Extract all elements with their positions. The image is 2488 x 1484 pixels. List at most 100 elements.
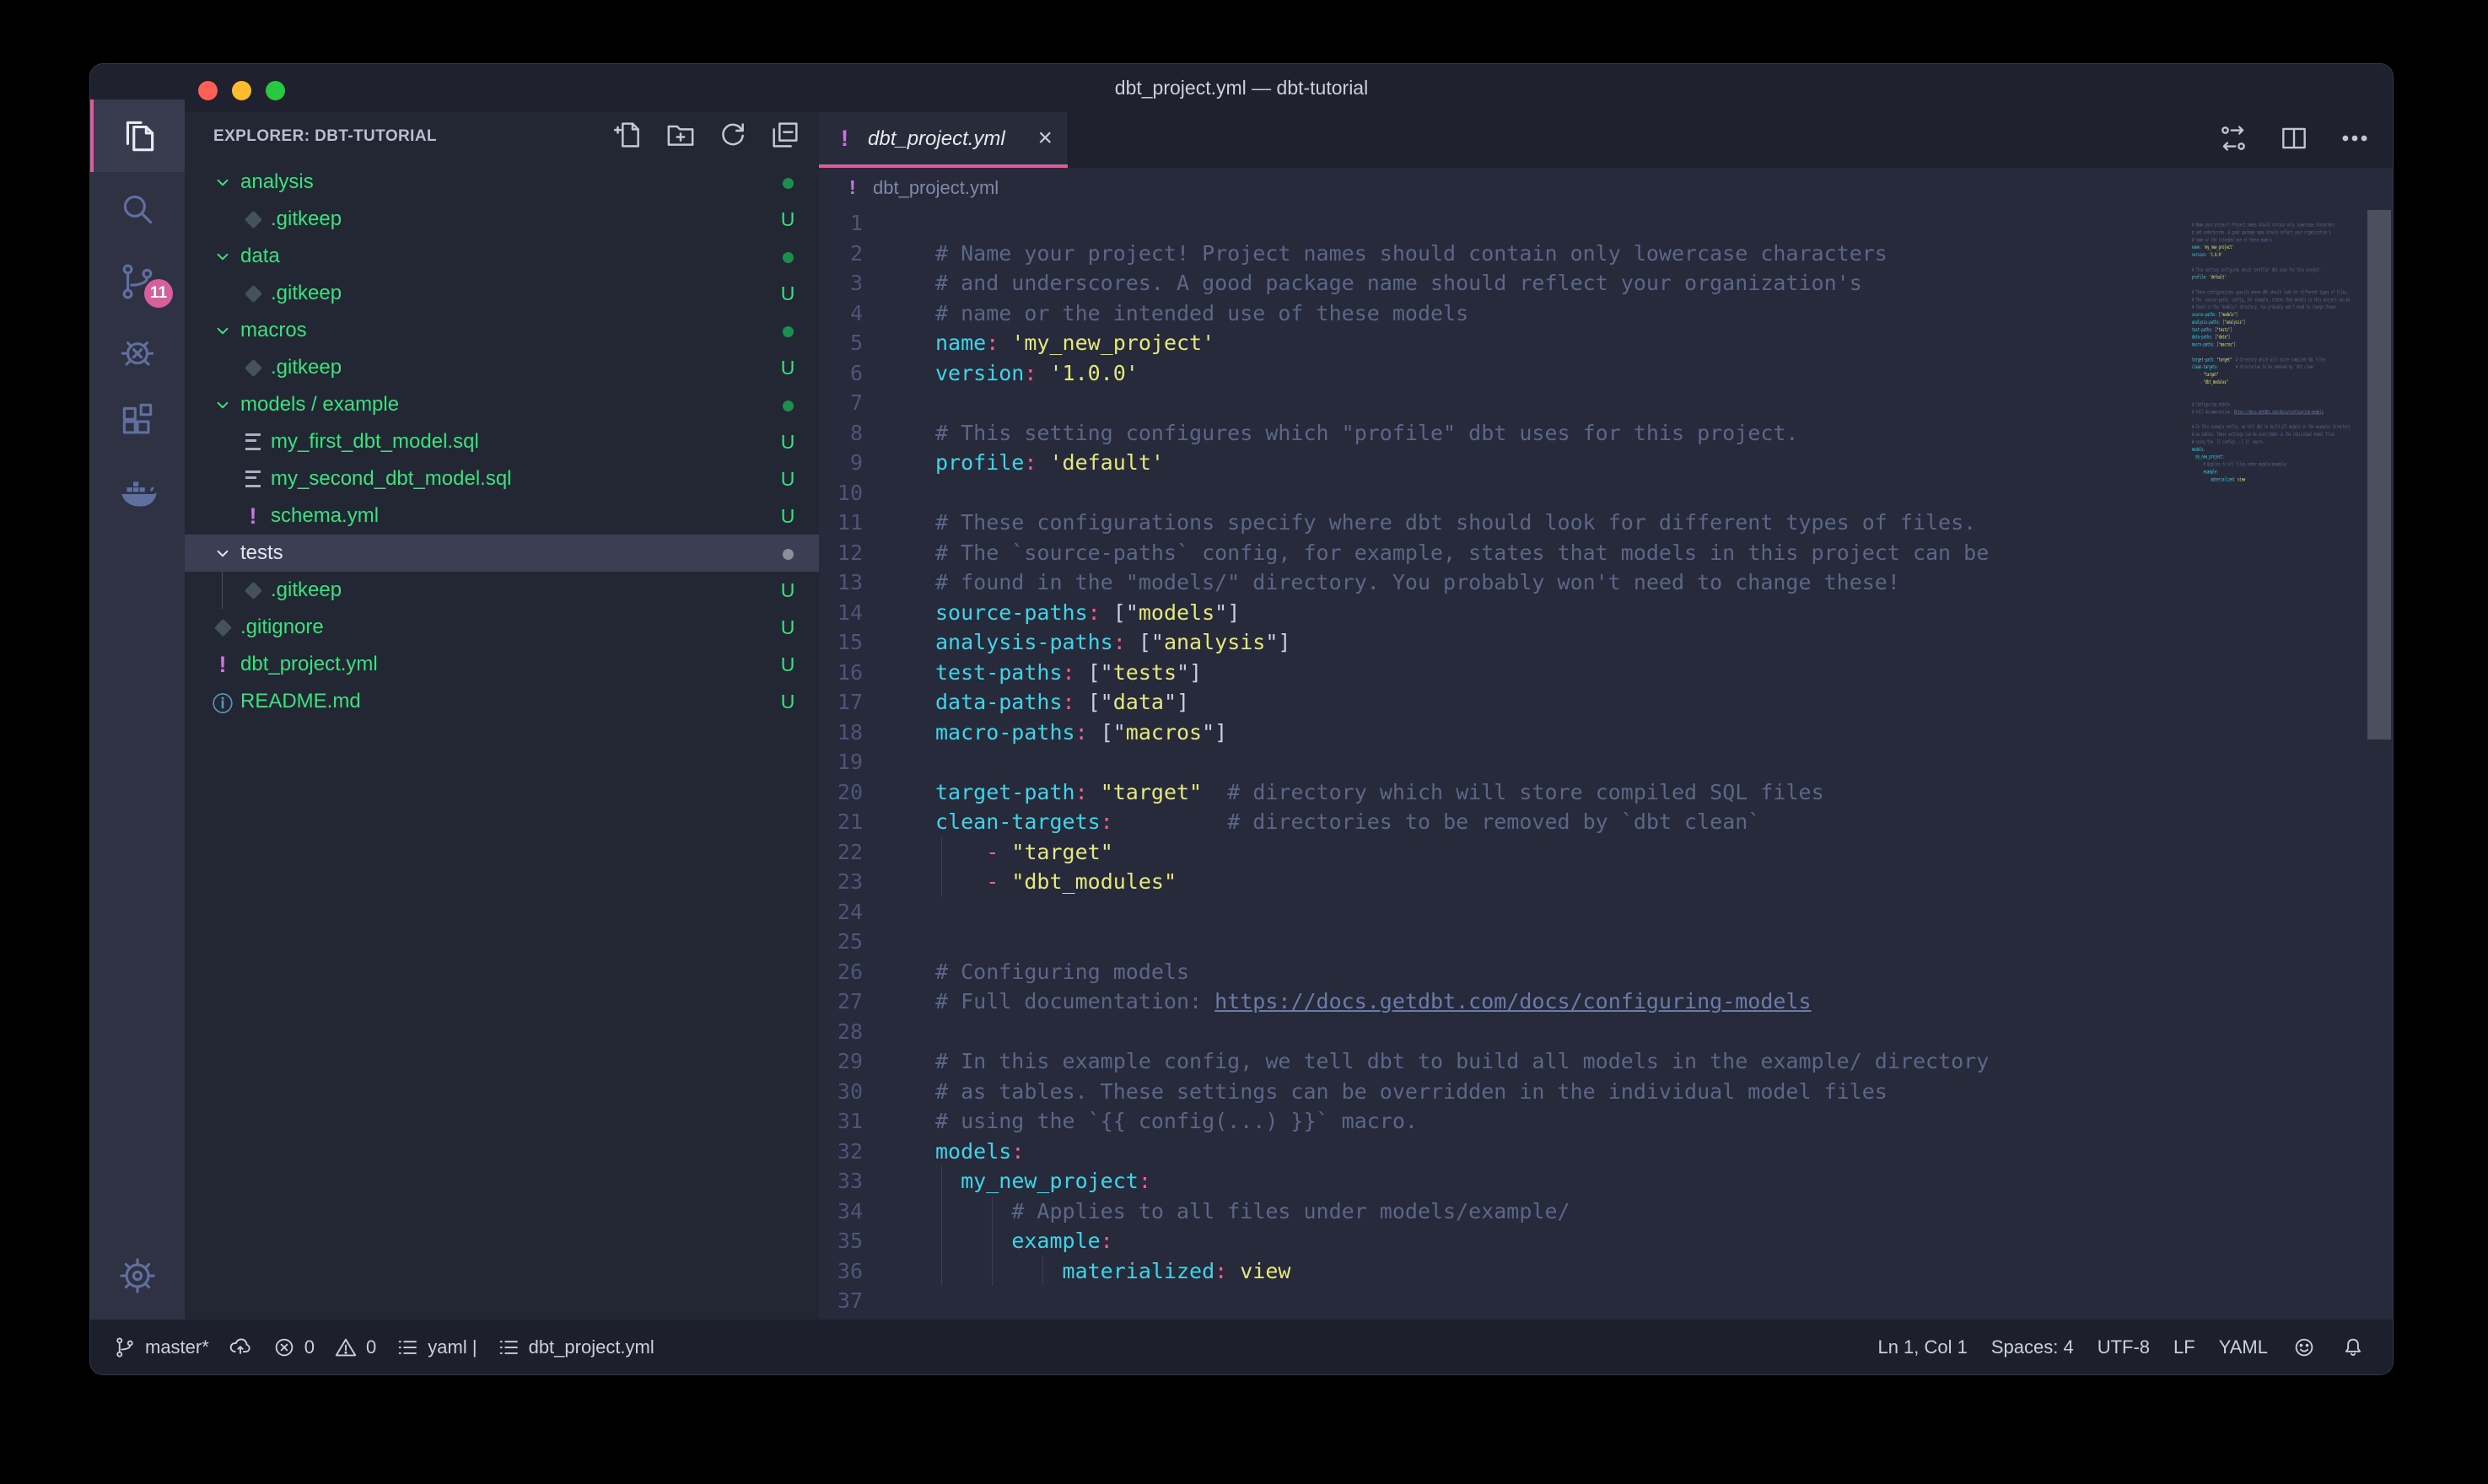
status-eol[interactable]: LF [2173, 1336, 2195, 1358]
tree-item-my-second-dbt-model-sql[interactable]: my_second_dbt_model.sqlU [185, 460, 819, 497]
activity-docker-icon[interactable] [90, 458, 185, 530]
code-line-11[interactable]: 11# These configurations specify where d… [819, 508, 1989, 538]
tree-item--gitkeep[interactable]: .gitkeepU [185, 201, 819, 238]
code-line-23[interactable]: 23 - "dbt_modules" [819, 867, 1989, 897]
status-indentation[interactable]: Spaces: 4 [1991, 1336, 2074, 1358]
code-line-22[interactable]: 22 - "target" [819, 837, 1989, 868]
code-line-6[interactable]: 6version: '1.0.0' [819, 358, 1989, 389]
tree-item-readme-md[interactable]: ⓘREADME.mdU [185, 683, 819, 720]
activity-debug-icon[interactable] [90, 315, 185, 387]
line-number: 11 [819, 508, 863, 538]
line-number: 8 [819, 418, 863, 449]
code-line-26[interactable]: 26# Configuring models [819, 957, 1989, 987]
code-line-2[interactable]: 2# Name your project! Project names shou… [819, 239, 1989, 269]
tree-item-tests[interactable]: tests [185, 535, 819, 572]
code-line-21[interactable]: 21clean-targets: # directories to be rem… [819, 807, 1989, 837]
code-line-14[interactable]: 14source-paths: ["models"] [819, 598, 1989, 628]
code-line-37[interactable]: 37 [819, 1286, 1989, 1316]
tree-item-data[interactable]: data [185, 238, 819, 275]
status-git-branch-status[interactable]: master* [112, 1335, 209, 1360]
status-errors-count[interactable]: 0 [272, 1335, 315, 1360]
code-line-1[interactable]: 1 [819, 208, 1989, 239]
code-line-8[interactable]: 8# This setting configures which "profil… [819, 418, 1989, 449]
status-language-mode[interactable]: YAML [2219, 1336, 2268, 1358]
error-icon [272, 1335, 297, 1360]
new-folder-icon[interactable] [664, 118, 697, 156]
tree-item-schema-yml[interactable]: !schema.ymlU [185, 497, 819, 535]
status-text: Ln 1, Col 1 [1877, 1336, 1967, 1358]
code-line-20[interactable]: 20target-path: "target" # directory whic… [819, 777, 1989, 808]
indent-guide [992, 1256, 993, 1287]
status-text: UTF-8 [2098, 1336, 2150, 1358]
code-line-15[interactable]: 15analysis-paths: ["analysis"] [819, 627, 1989, 658]
activity-settings-icon[interactable] [90, 1239, 185, 1312]
code-line-16[interactable]: 16test-paths: ["tests"] [819, 658, 1989, 688]
code-line-30[interactable]: 30# as tables. These settings can be ove… [819, 1077, 1989, 1107]
git-untracked-badge: U [775, 646, 800, 683]
close-tab-icon[interactable]: × [1037, 112, 1053, 164]
line-number: 7 [819, 388, 863, 418]
tree-item-models-example[interactable]: models / example [185, 386, 819, 423]
compare-icon[interactable] [2217, 122, 2249, 159]
code-line-19[interactable]: 19 [819, 747, 1989, 777]
tree-item-dbt-project-yml[interactable]: !dbt_project.yml U [185, 646, 819, 683]
tab-dbt-project-yml[interactable]: ! dbt_project.yml × [819, 112, 1069, 168]
status-feedback[interactable] [2291, 1335, 2317, 1360]
more-icon[interactable] [2339, 122, 2371, 159]
code-line-4[interactable]: 4# name or the intended use of these mod… [819, 298, 1989, 329]
code-line-7[interactable]: 7 [819, 388, 1989, 418]
code-line-29[interactable]: 29# In this example config, we tell dbt … [819, 1046, 1989, 1077]
tree-item-label: dbt_project.yml [240, 646, 378, 683]
code-line-34[interactable]: 34 # Applies to all files under models/e… [819, 1196, 1989, 1227]
line-number: 13 [819, 567, 863, 598]
refresh-icon[interactable] [716, 118, 750, 156]
minimap[interactable]: # Name your project! Project names shoul… [2192, 213, 2371, 500]
status-encoding[interactable]: UTF-8 [2098, 1336, 2150, 1358]
code-line-33[interactable]: 33 my_new_project: [819, 1166, 1989, 1196]
git-file-icon [240, 201, 266, 238]
code-line-25[interactable]: 25 [819, 927, 1989, 957]
collapse-all-icon[interactable] [768, 118, 802, 156]
tree-item--gitkeep[interactable]: .gitkeepU [185, 572, 819, 609]
tree-item-label: .gitkeep [271, 275, 342, 312]
code-line-24[interactable]: 24 [819, 897, 1989, 928]
tree-item-my-first-dbt-model-sql[interactable]: my_first_dbt_model.sqlU [185, 423, 819, 460]
tree-item--gitkeep[interactable]: .gitkeepU [185, 349, 819, 386]
code-line-36[interactable]: 36 materialized: view [819, 1256, 1989, 1287]
activity-extensions-icon[interactable] [90, 384, 185, 457]
status-cursor-position[interactable]: Ln 1, Col 1 [1877, 1336, 1967, 1358]
code-line-3[interactable]: 3# and underscores. A good package name … [819, 268, 1989, 298]
status-warnings-count[interactable]: 0 [333, 1335, 376, 1360]
breadcrumb[interactable]: ! dbt_project.yml [819, 168, 2393, 208]
code-line-35[interactable]: 35 example: [819, 1226, 1989, 1256]
split-icon[interactable] [2278, 122, 2310, 159]
tree-item-analysis[interactable]: analysis [185, 164, 819, 201]
editor-scrollbar[interactable] [2367, 210, 2391, 739]
yaml-warning-file-icon: ! [210, 646, 235, 683]
code-line-28[interactable]: 28 [819, 1017, 1989, 1047]
code-editor[interactable]: 12# Name your project! Project names sho… [819, 208, 2393, 1320]
code-line-9[interactable]: 9profile: 'default' [819, 448, 1989, 478]
indent-guide [941, 837, 942, 868]
status-linter-yaml[interactable]: yaml | [395, 1335, 477, 1360]
code-line-17[interactable]: 17data-paths: ["data"] [819, 687, 1989, 718]
code-line-27[interactable]: 27# Full documentation: https://docs.get… [819, 987, 1989, 1017]
activity-source-control-icon[interactable]: 11 [90, 245, 185, 318]
status-sync-status[interactable] [228, 1335, 253, 1360]
code-line-13[interactable]: 13# found in the "models/" directory. Yo… [819, 567, 1989, 598]
tree-item--gitignore[interactable]: .gitignoreU [185, 609, 819, 646]
activity-explorer-icon[interactable] [90, 99, 185, 172]
tree-item--gitkeep[interactable]: .gitkeepU [185, 275, 819, 312]
code-line-5[interactable]: 5name: 'my_new_project' [819, 328, 1989, 358]
code-line-32[interactable]: 32models: [819, 1137, 1989, 1167]
status-linter-file[interactable]: dbt_project.yml [496, 1335, 654, 1360]
code-line-12[interactable]: 12# The `source-paths` config, for examp… [819, 538, 1989, 568]
tree-item-macros[interactable]: macros [185, 312, 819, 349]
status-notifications[interactable] [2340, 1335, 2366, 1360]
new-file-icon[interactable] [611, 118, 645, 156]
code-line-10[interactable]: 10 [819, 478, 1989, 508]
code-line-18[interactable]: 18macro-paths: ["macros"] [819, 718, 1989, 748]
activity-search-icon[interactable] [90, 173, 185, 245]
line-number: 30 [819, 1077, 863, 1107]
code-line-31[interactable]: 31# using the `{{ config(...) }}` macro. [819, 1106, 1989, 1137]
